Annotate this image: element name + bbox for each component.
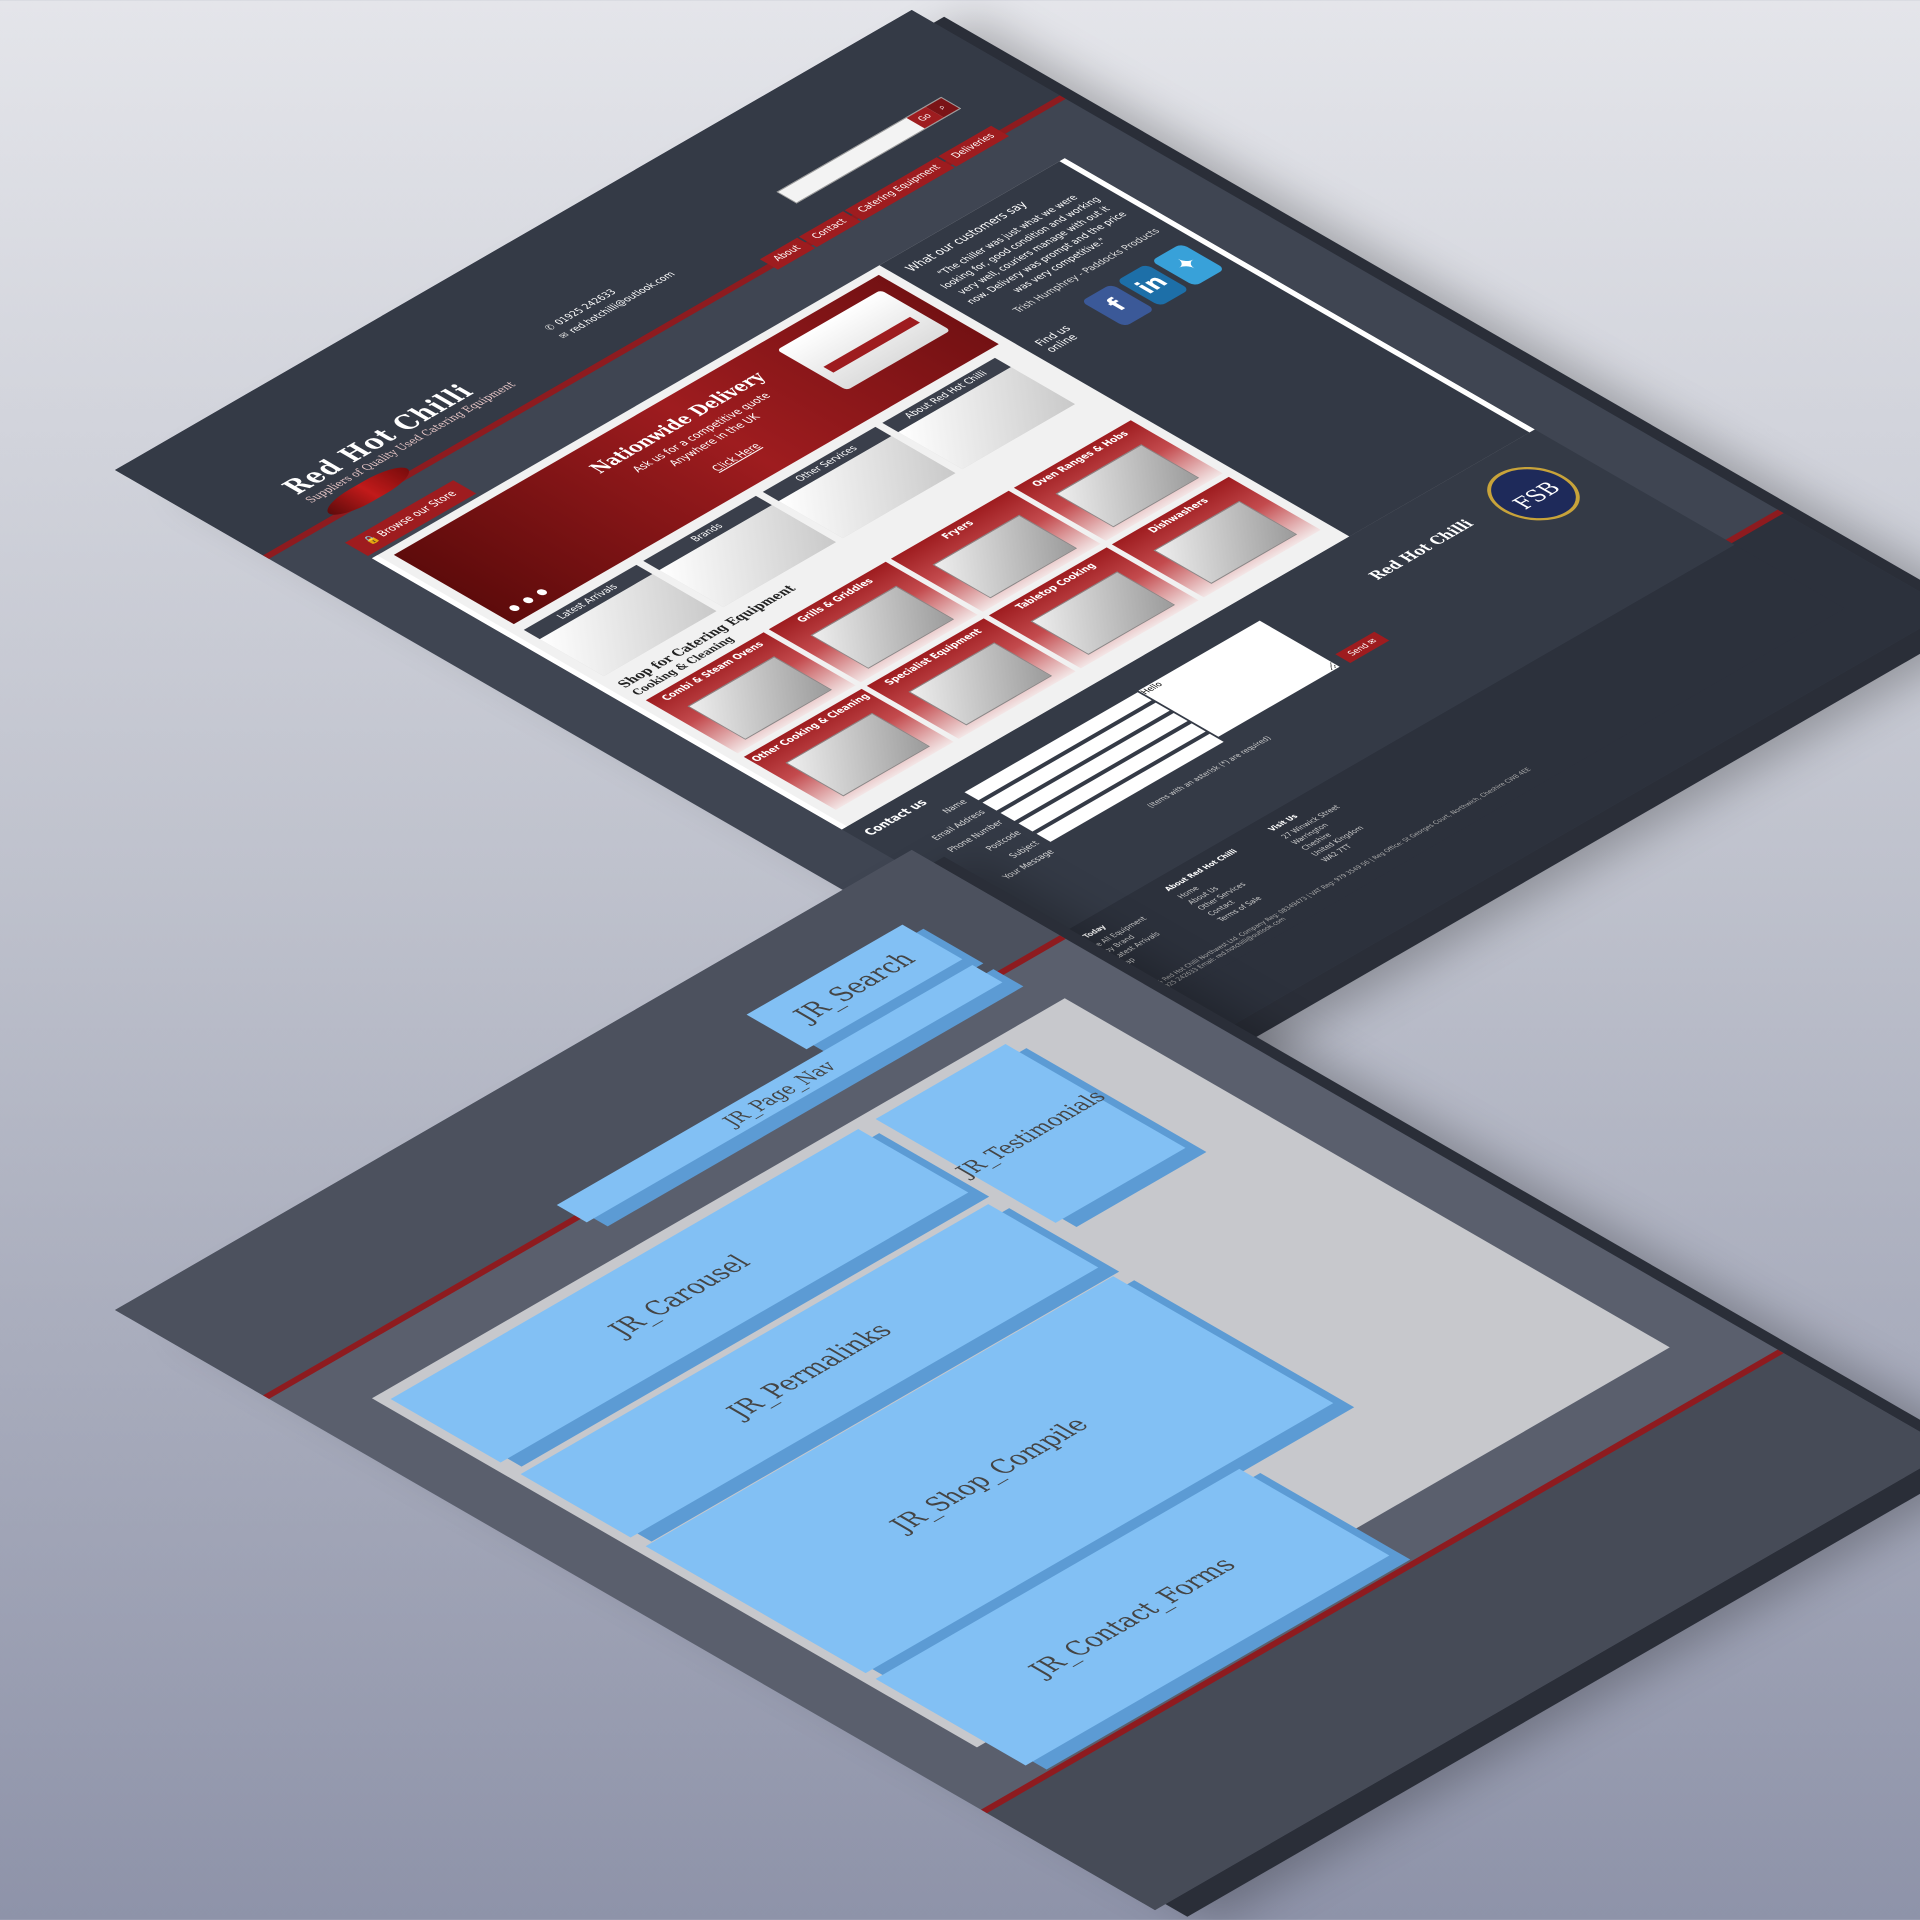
page: Red Hot Chilli Suppliers of Quality Used… [237,80,1845,1009]
footer-col-visit: Visit Us 27 Winwick Street Warrington Ch… [1265,796,1410,880]
nav-deliveries[interactable]: Deliveries [938,125,1010,167]
delivery-truck-image [776,289,951,391]
module-diagram: JR_Search JR_Page_Nav JR_Carousel JR_Per… [115,850,1920,1911]
isometric-stage: Red Hot Chilli Suppliers of Quality Used… [0,0,1920,1920]
mail-icon: ✉ [556,331,574,341]
nav-catering-equipment[interactable]: Catering Equipment [844,157,955,221]
envelope-icon: ✉ [1364,637,1380,646]
carousel-link[interactable]: Click Here [710,442,765,474]
carousel-dots[interactable]: ● ● ● [505,586,553,614]
social-label: Find us online [1032,324,1082,355]
nav-about[interactable]: About [760,237,816,270]
nav-contact[interactable]: Contact [798,211,862,248]
